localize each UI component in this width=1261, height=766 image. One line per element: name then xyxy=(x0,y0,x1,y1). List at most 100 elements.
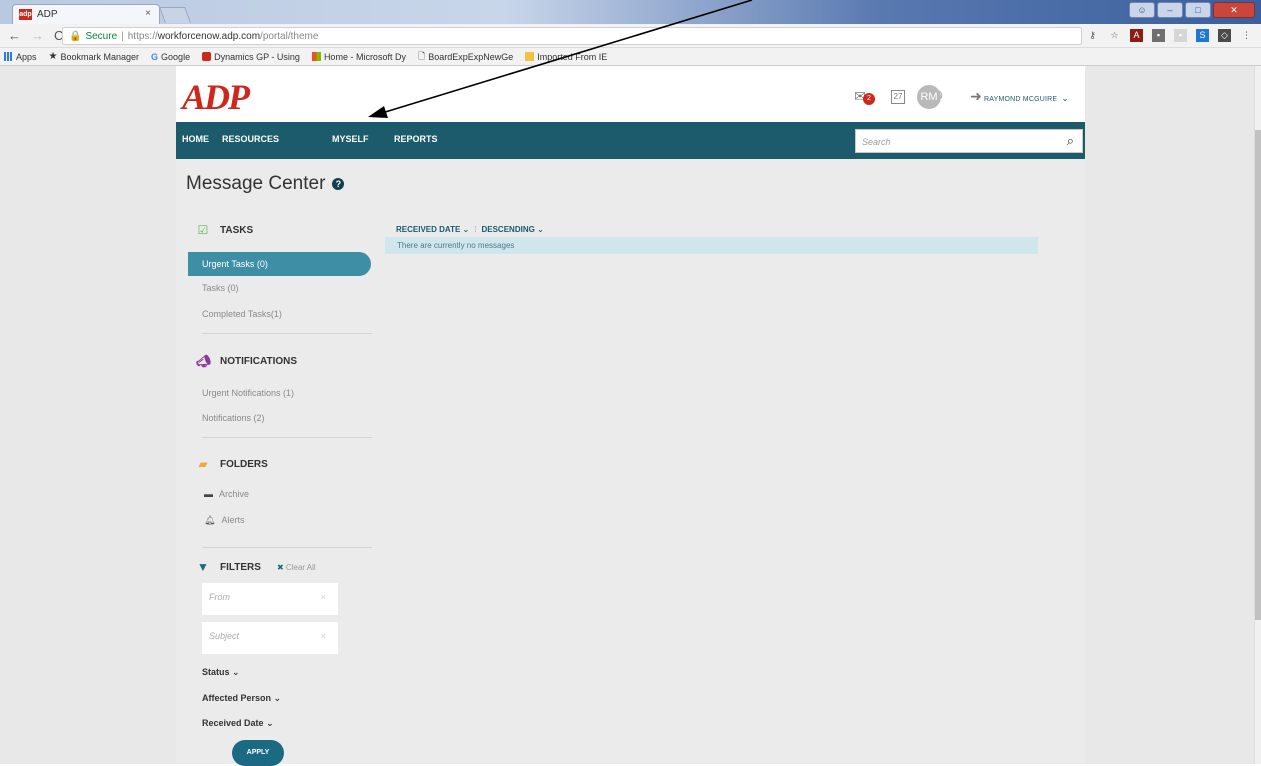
nav-myself[interactable]: MYSELF xyxy=(332,134,369,144)
chevron-down-icon: ⌄ xyxy=(537,225,544,234)
logout-icon[interactable]: ➜ xyxy=(967,87,985,105)
page-title-text: Message Center xyxy=(186,173,326,194)
lock-icon: 🔒 xyxy=(69,30,82,42)
folders-heading: ▰ FOLDERS xyxy=(196,457,267,471)
received-date-dropdown[interactable]: Received Date ⌄ xyxy=(202,718,274,729)
apply-button[interactable]: APPLY xyxy=(232,740,284,766)
adp-header: ADP ✉2 27 💬︎ ➜ RM RAYMOND MCGUIRE⌄ xyxy=(176,66,1085,122)
adp-page: ADP ✉2 27 💬︎ ➜ RM RAYMOND MCGUIRE⌄ HOME … xyxy=(176,66,1085,766)
nav-resources[interactable]: RESOURCES xyxy=(222,134,279,144)
clear-icon[interactable]: × xyxy=(321,631,326,641)
empty-messages-row: There are currently no messages xyxy=(385,237,1038,254)
scrollbar-thumb[interactable] xyxy=(1255,130,1261,620)
bookmark-label: Home - Microsoft Dy xyxy=(323,51,406,62)
status-dropdown[interactable]: Status ⌄ xyxy=(202,667,240,678)
apps-grid-icon xyxy=(4,52,13,61)
browser-nav: ← → C xyxy=(8,28,63,43)
bookmark-microsoft[interactable]: Home - Microsoft Dy xyxy=(311,51,406,62)
adp-favicon-icon: adp xyxy=(19,9,32,20)
bell-icon: 🔔︎ xyxy=(204,515,216,525)
calendar-day: 27 xyxy=(893,92,903,101)
bookmark-boardexp[interactable]: 🗋 BoardExpExpNewGe xyxy=(418,49,513,65)
extension-icon[interactable]: ▪ xyxy=(1174,29,1187,42)
notifications-heading: 📣︎ NOTIFICATIONS xyxy=(196,354,297,368)
clear-all-link[interactable]: ✖ Clear All xyxy=(277,563,316,572)
folder-icon: ▰ xyxy=(198,457,208,471)
user-name: RAYMOND MCGUIRE xyxy=(983,96,1058,103)
clear-x-icon: ✖ xyxy=(276,562,284,572)
url-field[interactable]: 🔒 Secure | https://workforcenow.adp.com /… xyxy=(62,27,1082,45)
tab-title: ADP xyxy=(37,9,58,20)
avatar[interactable]: RM xyxy=(917,85,941,109)
maximize-button[interactable]: □ xyxy=(1185,2,1211,18)
url-scheme: https:// xyxy=(127,30,158,42)
sidebar-item-archive[interactable]: ▬ Archive xyxy=(204,489,249,499)
bookmark-label: Imported From IE xyxy=(537,51,608,62)
search-input[interactable]: Search ⌕ xyxy=(855,129,1083,153)
user-icon[interactable]: ☺ xyxy=(1129,2,1155,18)
sidebar-item-tasks[interactable]: Tasks (0) xyxy=(202,283,239,293)
affected-person-label: Affected Person xyxy=(202,693,272,703)
sidebar-item-urgent-tasks[interactable]: Urgent Tasks (0) xyxy=(188,252,371,276)
subject-placeholder: Subject xyxy=(209,631,240,641)
nav-home[interactable]: HOME xyxy=(182,134,209,144)
help-icon[interactable]: ? xyxy=(332,178,345,190)
close-tab-icon[interactable]: × xyxy=(145,8,151,19)
clear-icon[interactable]: × xyxy=(321,592,326,602)
clear-all-label: Clear All xyxy=(285,562,316,572)
extension-icon[interactable]: ▪ xyxy=(1152,29,1165,42)
sort-separator: ⁞ xyxy=(474,225,477,234)
subject-field[interactable]: Subject × xyxy=(202,622,338,654)
mail-icon[interactable]: ✉ 2 xyxy=(851,87,875,105)
from-placeholder: From xyxy=(209,592,230,602)
bookmark-google[interactable]: G Google xyxy=(151,52,190,62)
browser-tab[interactable]: adp ADP × xyxy=(12,4,160,24)
address-bar: ← → C 🔒 Secure | https://workforcenow.ad… xyxy=(0,24,1261,48)
sort-order-dropdown[interactable]: DESCENDING ⌄ xyxy=(481,225,543,234)
page-scrollbar[interactable] xyxy=(1254,66,1261,764)
nav-reports[interactable]: REPORTS xyxy=(394,134,438,144)
extension-icons: ⚷ ☆ A ▪ ▪ S ◇ ⋮ xyxy=(1086,29,1253,42)
adobe-extension-icon[interactable]: A xyxy=(1130,29,1143,42)
minimize-button[interactable]: – xyxy=(1157,2,1183,18)
notifications-heading-text: NOTIFICATIONS xyxy=(220,355,298,367)
sidebar-item-urgent-notifications[interactable]: Urgent Notifications (1) xyxy=(202,388,294,398)
sort-field-dropdown[interactable]: RECEIVED DATE ⌄ xyxy=(396,225,469,234)
archive-label: Archive xyxy=(219,489,250,499)
sidebar-item-notifications[interactable]: Notifications (2) xyxy=(202,413,265,423)
megaphone-icon: 📣︎ xyxy=(196,354,212,368)
bookmark-star-icon[interactable]: ☆ xyxy=(1108,29,1121,42)
calendar-icon[interactable]: 27 xyxy=(891,90,905,104)
page-gutter-left xyxy=(0,66,176,764)
new-tab-button[interactable] xyxy=(159,7,191,23)
forward-icon[interactable]: → xyxy=(31,28,44,43)
affected-person-dropdown[interactable]: Affected Person ⌄ xyxy=(202,693,281,704)
extension-icon[interactable]: ◇ xyxy=(1218,29,1231,42)
back-icon[interactable]: ← xyxy=(8,28,21,43)
url-host: workforcenow.adp.com xyxy=(157,30,261,42)
search-icon[interactable]: ⌕ xyxy=(1067,133,1074,149)
filters-heading-text: FILTERS xyxy=(220,561,261,573)
adp-logo[interactable]: ADP xyxy=(182,79,250,115)
secure-label: Secure xyxy=(85,30,118,42)
url-separator: | xyxy=(121,30,124,42)
bookmark-imported[interactable]: Imported From IE xyxy=(525,52,607,62)
bookmark-apps[interactable]: Apps xyxy=(4,52,37,62)
close-window-button[interactable]: ✕ xyxy=(1213,2,1255,18)
extension-icon[interactable]: S xyxy=(1196,29,1209,42)
tasks-heading: ☑ TASKS xyxy=(196,223,254,237)
sidebar-item-alerts[interactable]: 🔔︎ Alerts xyxy=(204,515,244,526)
chevron-down-icon: ⌄ xyxy=(266,718,274,728)
user-menu[interactable]: RAYMOND MCGUIRE ⌄ xyxy=(984,93,1069,104)
sidebar-item-completed-tasks[interactable]: Completed Tasks(1) xyxy=(202,309,282,319)
key-icon[interactable]: ⚷ xyxy=(1086,29,1099,42)
chevron-down-icon: ⌄ xyxy=(232,667,240,677)
menu-icon[interactable]: ⋮ xyxy=(1240,29,1253,42)
bookmark-manager[interactable]: ★ Bookmark Manager xyxy=(49,51,140,62)
status-label: Status xyxy=(202,667,230,677)
from-field[interactable]: From × xyxy=(202,583,338,615)
bookmark-dynamics[interactable]: Dynamics GP - Using xyxy=(202,52,300,62)
archive-icon: ▬ xyxy=(204,489,213,499)
bookmark-label: Google xyxy=(161,51,191,62)
microsoft-icon xyxy=(311,52,321,61)
